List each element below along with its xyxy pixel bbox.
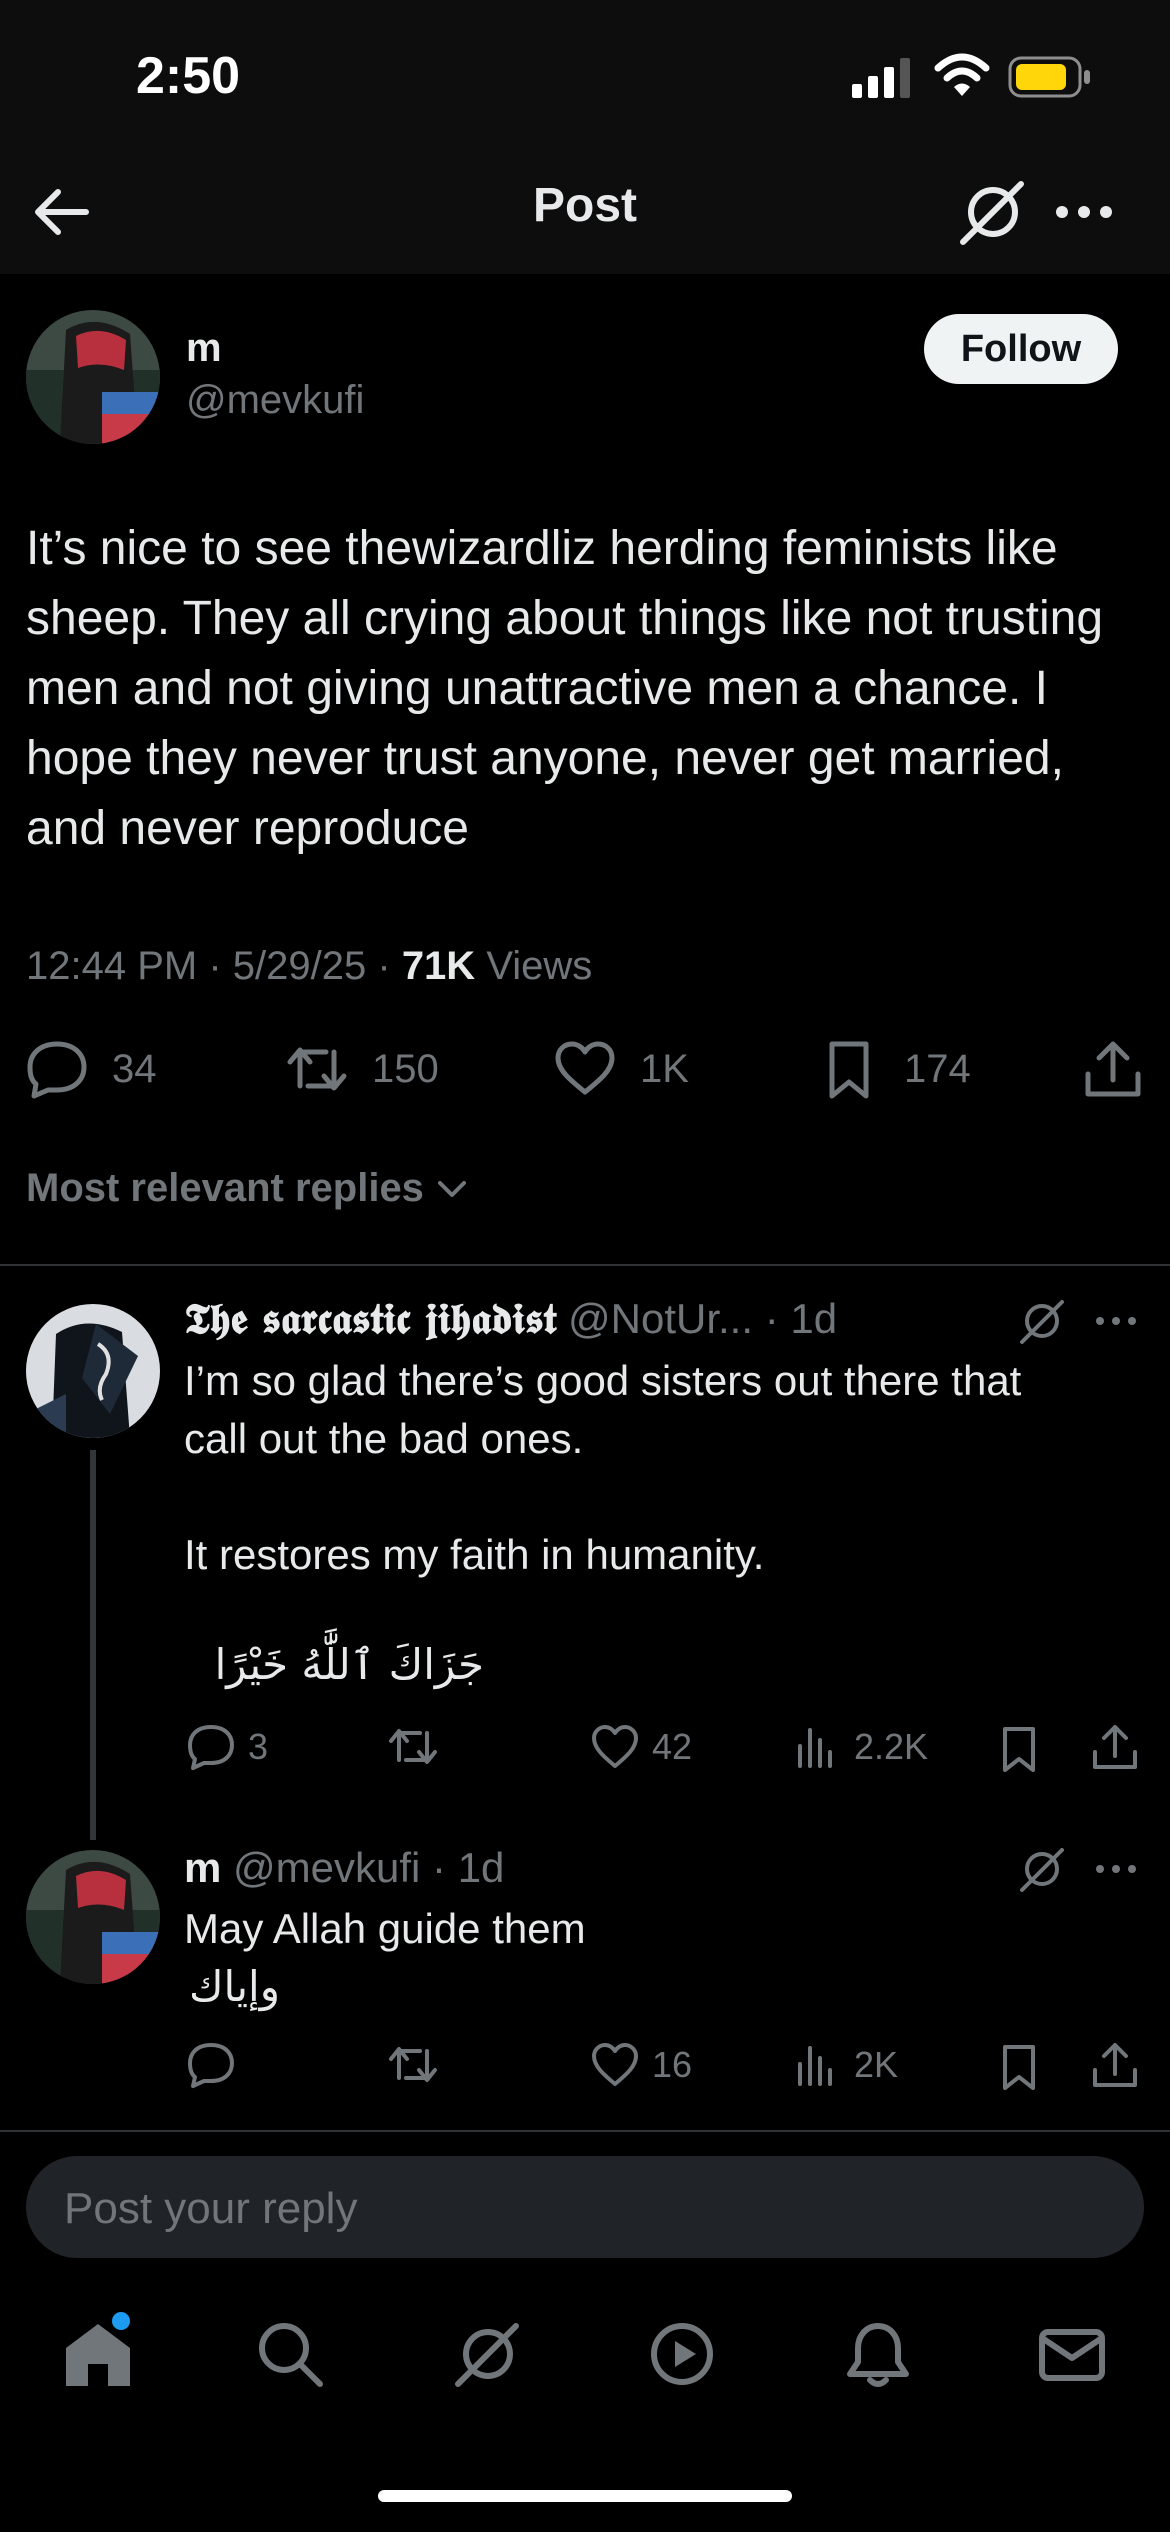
reply-text-line: It restores my faith in humanity. [184, 1531, 765, 1578]
reply-handle[interactable]: @mevkufi [233, 1844, 420, 1891]
post-handle[interactable]: @mevkufi [186, 378, 364, 423]
like-button[interactable]: 1K [554, 1038, 689, 1100]
post-text: It’s nice to see thewizardliz herding fe… [26, 522, 1104, 855]
avatar-image [26, 1304, 160, 1438]
notification-dot [112, 2312, 130, 2330]
views-icon [798, 2046, 832, 2086]
search-icon[interactable] [254, 2318, 326, 2390]
reply-text-line: I’m so glad there’s good sisters out the… [184, 1357, 1022, 1404]
reply-handle[interactable]: @NotUr... [568, 1295, 753, 1342]
avatar-image [26, 1850, 160, 1984]
reply-display-name[interactable]: m [184, 1844, 221, 1891]
video-play-icon[interactable] [646, 2318, 718, 2390]
reply-text-arabic: جَزَاكَ ٱللَّٰهُ خَيْرًا [214, 1640, 484, 1689]
reply-text-line: May Allah guide them [184, 1905, 586, 1952]
views-count: 2K [854, 2044, 899, 2085]
heart-icon [592, 1725, 638, 1768]
grok-icon[interactable] [955, 176, 1027, 248]
reply-sort-label: Most relevant replies [26, 1166, 424, 1210]
post-display-name[interactable]: m [186, 326, 222, 371]
mail-icon[interactable] [1036, 2318, 1108, 2390]
heart-icon [555, 1041, 615, 1095]
reply-avatar[interactable] [26, 1850, 160, 1984]
repost-icon[interactable] [388, 2040, 438, 2090]
battery-icon [1008, 56, 1090, 98]
reply-text-line: call out the bad ones. [184, 1415, 584, 1462]
repost-button[interactable]: 150 [286, 1038, 439, 1100]
share-icon[interactable] [1082, 1038, 1144, 1100]
divider [0, 2130, 1170, 2132]
reply-avatar[interactable] [26, 1304, 160, 1438]
views-count: 2.2K [854, 1726, 929, 1767]
reply-display-name[interactable]: 𝕿𝖍𝖊 𝖘𝖆𝖗𝖈𝖆𝖘𝖙𝖎𝖈 𝖏𝖎𝖍𝖆𝖉𝖎𝖘𝖙 [184, 1294, 556, 1343]
post-views-label[interactable]: Views [486, 944, 592, 988]
bookmark-button[interactable]: 174 [818, 1038, 971, 1100]
more-options-icon[interactable] [1052, 186, 1116, 238]
reply-age: 1d [790, 1295, 838, 1342]
views-icon [798, 1728, 832, 1768]
bookmark-icon[interactable] [994, 1724, 1044, 1774]
bookmark-icon[interactable] [994, 2042, 1044, 2092]
reply-count: 3 [248, 1726, 269, 1767]
reply-count: 34 [112, 1046, 157, 1091]
share-icon[interactable] [1090, 2040, 1140, 2090]
repost-count: 150 [372, 1046, 439, 1091]
reply-text-arabic: وإياك [188, 1962, 280, 2011]
reply-icon [188, 1725, 234, 1770]
views-button[interactable]: 2K [792, 2040, 898, 2090]
home-indicator[interactable] [378, 2490, 792, 2502]
like-count: 42 [652, 1726, 693, 1767]
reply-header: 𝕿𝖍𝖊 𝖘𝖆𝖗𝖈𝖆𝖘𝖙𝖎𝖈 𝖏𝖎𝖍𝖆𝖉𝖎𝖘𝖙 @NotUr... · 1d [184, 1294, 838, 1343]
views-button[interactable]: 2.2K [792, 1722, 928, 1772]
post-views-count: 71K [401, 944, 476, 988]
like-count: 1K [640, 1046, 689, 1091]
more-options-icon[interactable] [1094, 1306, 1138, 1336]
bookmark-count: 174 [904, 1046, 971, 1091]
like-button[interactable]: 42 [590, 1722, 692, 1772]
chevron-down-icon [437, 1180, 466, 1197]
repost-icon[interactable] [388, 1722, 438, 1772]
grok-icon[interactable] [1016, 1844, 1066, 1894]
grok-icon[interactable] [1016, 1296, 1066, 1346]
wifi-icon [934, 53, 990, 96]
repost-icon [287, 1047, 347, 1091]
like-count: 16 [652, 2044, 693, 2085]
nav-header: Post [0, 150, 1170, 274]
reply-input-placeholder: Post your reply [64, 2184, 358, 2233]
reply-button[interactable]: 3 [186, 1722, 268, 1772]
grok-icon[interactable] [450, 2318, 522, 2390]
follow-button[interactable]: Follow [924, 314, 1118, 384]
avatar[interactable] [26, 310, 160, 444]
heart-icon [592, 2043, 638, 2086]
reply-icon[interactable] [186, 2040, 236, 2090]
status-time: 2:50 [136, 47, 241, 105]
divider [0, 1264, 1170, 1266]
post-actions: 34 150 1K 174 [0, 1030, 1170, 1106]
post-time: 12:44 PM [26, 944, 198, 988]
reply-button[interactable]: 34 [26, 1038, 157, 1100]
like-button[interactable]: 16 [590, 2040, 692, 2090]
reply-header: m @mevkufi · 1d [184, 1844, 505, 1891]
reply-icon [27, 1041, 87, 1099]
avatar-image [26, 310, 160, 444]
post-date: 5/29/25 [232, 944, 367, 988]
more-options-icon[interactable] [1094, 1854, 1138, 1884]
post-meta: 12:44 PM · 5/29/25 · 71K Views [26, 944, 593, 988]
share-icon[interactable] [1090, 1722, 1140, 1772]
reply-input[interactable]: Post your reply [26, 2156, 1144, 2258]
bookmark-icon [829, 1041, 869, 1099]
cellular-signal-icon [852, 58, 910, 98]
reply-age: 1d [457, 1844, 505, 1891]
thread-line [90, 1450, 96, 1840]
reply-sort-dropdown[interactable]: Most relevant replies [26, 1166, 470, 1211]
status-bar: 2:50 [0, 0, 1170, 150]
bell-icon[interactable] [842, 2318, 914, 2390]
